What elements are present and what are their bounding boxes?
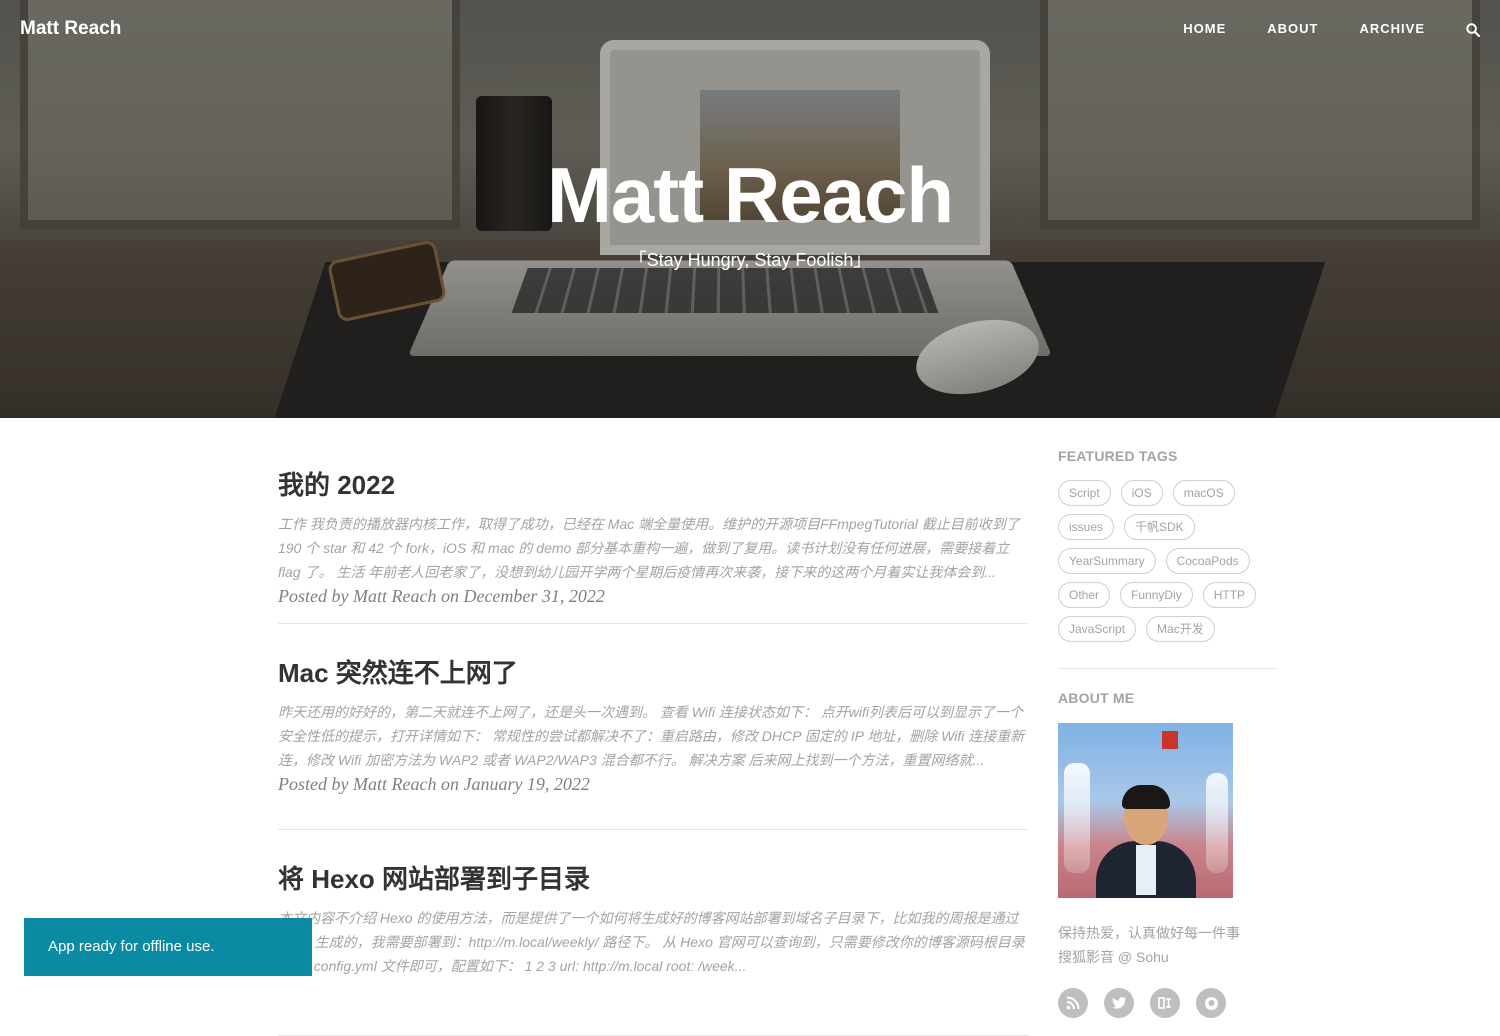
featured-tags: Script iOS macOS issues 千帆SDK YearSummar… [1058,480,1277,650]
about-line: 保持热爱，认真做好每一件事 [1058,925,1240,941]
tag-script[interactable]: Script [1058,480,1111,506]
post-title-link[interactable]: Mac 突然连不上网了 [278,656,1028,690]
search-icon[interactable] [1466,22,1481,37]
nav-archive-link[interactable]: ARCHIVE [1359,21,1425,36]
tag-ios[interactable]: iOS [1120,480,1163,506]
offline-ready-toast[interactable]: App ready for offline use. [24,918,312,976]
sidebar: FEATURED TAGS Script iOS macOS issues 千帆… [1058,418,1277,1018]
tag-yearsummary[interactable]: YearSummary [1058,548,1156,574]
site-title: Matt Reach [546,151,954,239]
nav-links: HOME ABOUT ARCHIVE [1142,21,1481,37]
post-excerpt[interactable]: 本文内容不介绍 Hexo 的使用方法，而是提供了一个如何将生成好的博客网站部署到… [278,906,1028,978]
post-preview: 我的 2022 工作 我负责的播放器内核工作，取得了成功，已经在 Mac 端全量… [278,418,1028,624]
post-excerpt[interactable]: 昨天还用的好好的，第二天就连不上网了，还是头一次遇到。 查看 Wifi 连接状态… [278,700,1028,772]
nav-about-link[interactable]: ABOUT [1267,21,1318,36]
nav-home-link[interactable]: HOME [1183,21,1226,36]
twitter-icon[interactable] [1104,988,1134,1018]
about-line: 搜狐影音 @ Sohu [1058,949,1169,965]
zhihu-icon[interactable] [1150,988,1180,1018]
tag-funnydiy[interactable]: FunnyDiy [1120,582,1193,608]
post-meta: Posted by Matt Reach on January 19, 2022 [278,774,590,794]
tag-cocoapods[interactable]: CocoaPods [1165,548,1250,574]
post-list: 我的 2022 工作 我负责的播放器内核工作，取得了成功，已经在 Mac 端全量… [278,418,1028,1036]
post-preview: 将 Hexo 网站部署到子目录 本文内容不介绍 Hexo 的使用方法，而是提供了… [278,830,1028,1036]
sidebar-divider [1058,668,1277,669]
tag-mac-dev[interactable]: Mac开发 [1146,616,1215,642]
post-title-link[interactable]: 我的 2022 [278,468,1028,502]
tag-other[interactable]: Other [1058,582,1111,608]
tag-qianfan-sdk[interactable]: 千帆SDK [1124,514,1195,540]
featured-tags-heading: FEATURED TAGS [1058,448,1178,464]
brand-link[interactable]: Matt Reach [20,18,121,40]
tag-http[interactable]: HTTP [1202,582,1257,608]
site-subtitle: 「Stay Hungry, Stay Foolish」 [628,250,872,270]
about-me-heading: ABOUT ME [1058,690,1135,706]
social-links [1058,988,1277,1018]
tag-macos[interactable]: macOS [1172,480,1235,506]
tag-issues[interactable]: issues [1058,514,1115,540]
post-title-link[interactable]: 将 Hexo 网站部署到子目录 [278,862,1028,896]
tag-javascript[interactable]: JavaScript [1058,616,1137,642]
github-icon[interactable] [1196,988,1226,1018]
avatar [1058,723,1233,898]
about-description: 保持热爱，认真做好每一件事 搜狐影音 @ Sohu [1058,921,1277,969]
post-excerpt[interactable]: 工作 我负责的播放器内核工作，取得了成功，已经在 Mac 端全量使用。维护的开源… [278,512,1028,584]
post-preview: Mac 突然连不上网了 昨天还用的好好的，第二天就连不上网了，还是头一次遇到。 … [278,624,1028,830]
top-navbar: Matt Reach HOME ABOUT ARCHIVE [0,0,1500,60]
post-meta: Posted by Matt Reach on December 31, 202… [278,586,605,606]
hero-header: Matt Reach HOME ABOUT ARCHIVE Matt Reach… [0,0,1500,418]
rss-icon[interactable] [1058,988,1088,1018]
